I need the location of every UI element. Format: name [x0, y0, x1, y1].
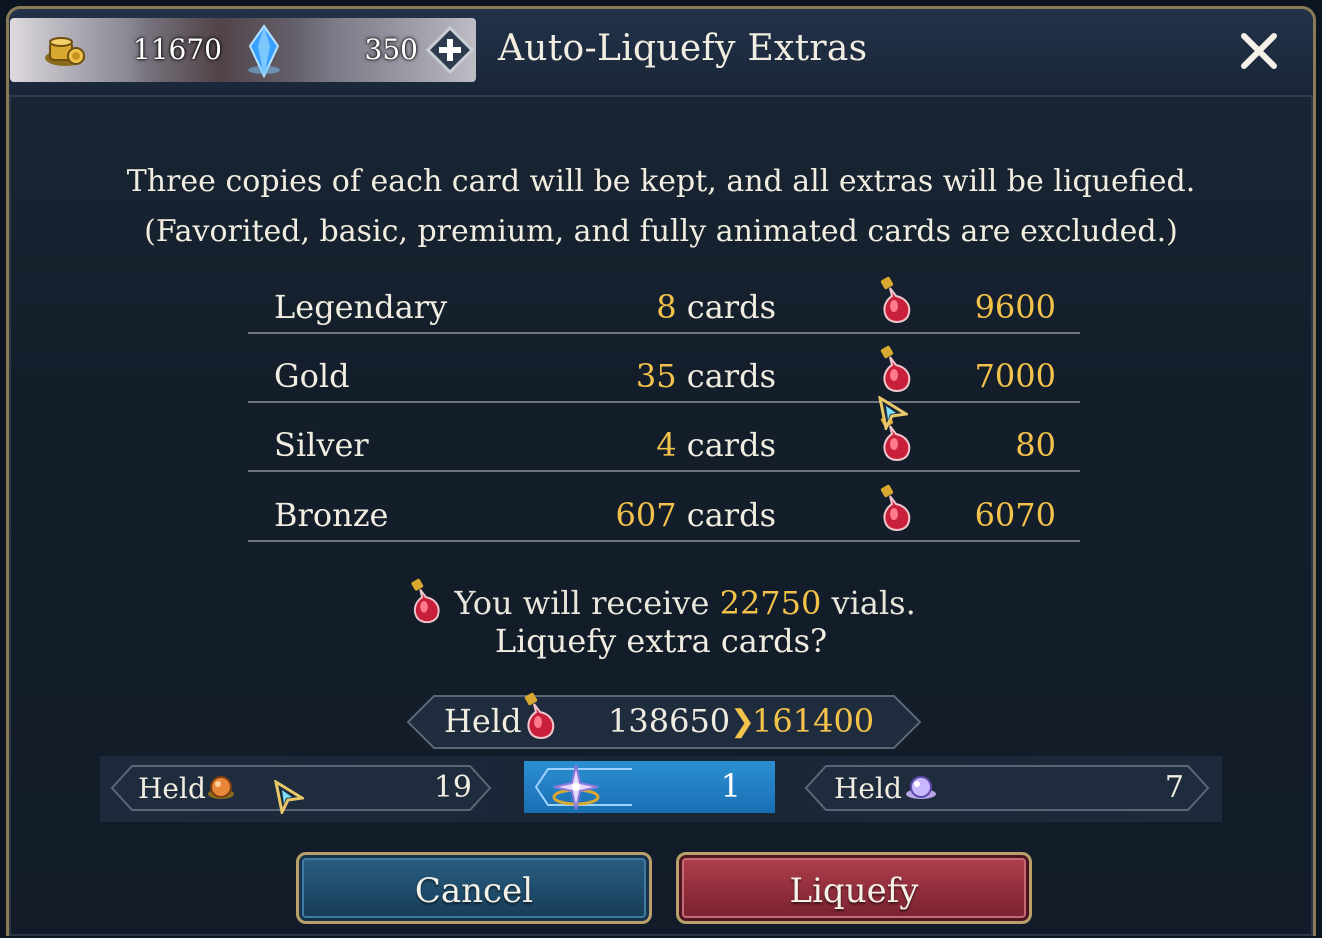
rarity-row-bronze: Bronze 607 cards 6070	[248, 484, 1080, 542]
confirm-question: Liquefy extra cards?	[494, 622, 828, 660]
rarity-label: Silver	[274, 426, 369, 464]
card-count: 607 cards	[615, 496, 776, 534]
card-count: 35 cards	[635, 357, 776, 395]
held-crystal-panel: Held 7	[804, 764, 1210, 812]
held-current: 138650	[608, 702, 731, 740]
liquefy-button[interactable]: Liquefy	[676, 852, 1032, 924]
orange-orb-icon	[208, 776, 234, 799]
crystal-amount: 350	[364, 33, 418, 66]
currency-panel: 11670 350	[10, 18, 476, 82]
vial-value: 9600	[974, 288, 1056, 326]
gold-coins-icon	[45, 37, 85, 66]
gold-amount: 11670	[132, 33, 222, 66]
rarity-row-gold: Gold 35 cards 7000	[248, 345, 1080, 403]
rarity-label: Bronze	[274, 496, 389, 534]
held-vials-panel: Held 138650 ❯ 161400	[406, 692, 922, 750]
vial-value: 7000	[974, 357, 1056, 395]
rarity-label: Gold	[274, 357, 350, 395]
rarity-row-silver: Silver 4 cards 80	[248, 414, 1080, 472]
cancel-button[interactable]: Cancel	[296, 852, 652, 924]
cancel-label: Cancel	[414, 871, 534, 911]
vial-value: 80	[1015, 426, 1056, 464]
card-count: 8 cards	[656, 288, 776, 326]
description-line-2: (Favorited, basic, premium, and fully an…	[144, 214, 1178, 249]
rarity-label: Legendary	[274, 288, 448, 326]
receive-amount: 22750	[719, 584, 822, 622]
dialog-title: Auto-Liquefy Extras	[498, 28, 868, 69]
cursor-icon	[274, 780, 304, 814]
red-vial-icon	[524, 692, 555, 739]
plus-icon[interactable]	[426, 26, 474, 74]
star-emblem-icon	[552, 764, 600, 810]
purple-crystal-icon	[906, 776, 936, 799]
rarity-row-legendary: Legendary 8 cards 9600	[248, 276, 1080, 334]
red-vial-icon	[411, 578, 440, 624]
held-orb-count: 19	[433, 770, 472, 805]
red-vial-icon	[880, 484, 911, 531]
red-vial-icon	[880, 276, 911, 323]
close-icon[interactable]	[1236, 28, 1282, 74]
held-label: Held	[834, 772, 902, 805]
receive-prefix: You will receive	[454, 584, 710, 622]
liquefy-label: Liquefy	[789, 871, 919, 911]
description-line-1: Three copies of each card will be kept, …	[126, 164, 1196, 199]
held-after: 161400	[752, 702, 875, 740]
selected-star-slot[interactable]: 1	[524, 761, 775, 813]
held-crystal-count: 7	[1164, 770, 1184, 805]
receive-suffix: vials.	[831, 584, 916, 622]
held-label: Held	[138, 772, 206, 805]
blue-crystal-icon	[248, 24, 280, 78]
star-count: 1	[720, 767, 741, 805]
held-label: Held	[444, 702, 522, 740]
receive-summary: You will receive 22750 vials.	[0, 578, 1322, 626]
cursor-icon	[878, 396, 908, 430]
vial-value: 6070	[974, 496, 1056, 534]
red-vial-icon	[880, 345, 911, 392]
card-count: 4 cards	[656, 426, 776, 464]
